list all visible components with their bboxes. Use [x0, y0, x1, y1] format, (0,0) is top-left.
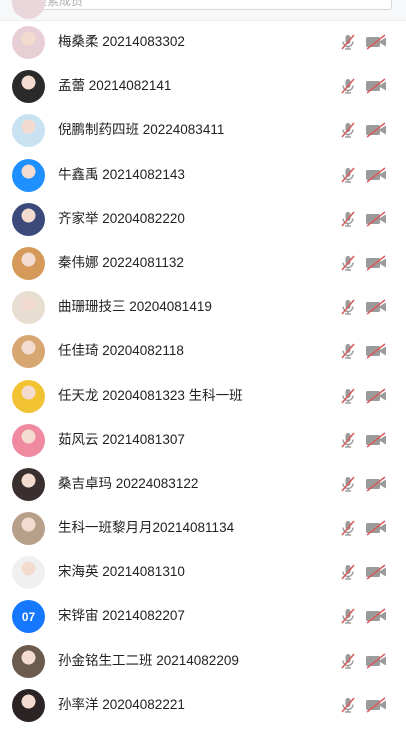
camera-off-icon[interactable]	[365, 387, 387, 404]
dog-photo-icon	[12, 291, 45, 325]
mic-muted-icon[interactable]	[339, 475, 357, 493]
participant-row[interactable]: 茹风云 20214081307	[0, 418, 406, 462]
participant-row[interactable]: 牛鑫禹 20214082143	[0, 153, 406, 197]
participant-name: 曲珊珊技三 20204081419	[58, 299, 212, 315]
camera-off-icon[interactable]	[365, 211, 387, 227]
participant-row[interactable]: 宋海英 20214081310	[0, 550, 406, 594]
camera-off-icon[interactable]	[365, 34, 387, 50]
participant-name: 齐家举 20204082220	[58, 210, 185, 226]
camera-off-icon[interactable]	[365, 476, 387, 492]
camera-off-icon[interactable]	[365, 608, 387, 625]
participant-name: 茹风云 20214081307	[58, 431, 185, 447]
participant-name: 桑吉卓玛 20224083122	[58, 475, 199, 491]
girl-photo-icon	[12, 556, 45, 590]
search-bar: 搜索成员	[0, 0, 406, 21]
participant-name: 孟蕾 20214082141	[58, 78, 172, 94]
participant-list: 梅桑柔 20214083302 孟蕾 20214082141 倪鹏制药四班 20…	[0, 20, 406, 727]
mic-muted-icon[interactable]	[339, 166, 357, 184]
participant-row[interactable]: 曲珊珊技三 20204081419	[0, 285, 406, 329]
mic-muted-icon[interactable]	[339, 696, 357, 714]
camera-off-icon[interactable]	[365, 653, 387, 669]
participant-row[interactable]: 孟蕾 20214082141	[0, 64, 406, 108]
girl-photo-icon	[12, 26, 45, 59]
pig-heart-icon	[12, 423, 45, 457]
camera-off-icon[interactable]	[365, 166, 387, 183]
participant-row[interactable]: 梅桑柔 20214083302	[0, 20, 406, 64]
participant-name: 生科一班黎月月20214081134	[58, 520, 235, 536]
camera-off-icon[interactable]	[365, 122, 387, 138]
mic-muted-icon[interactable]	[339, 342, 357, 360]
participant-name: 任佳琦 20204082118	[58, 343, 184, 359]
participant-name: 孙金铭生工二班 20214082209	[58, 652, 239, 668]
cat-photo-icon	[12, 246, 45, 280]
mic-muted-icon[interactable]	[339, 431, 357, 449]
camera-off-icon[interactable]	[365, 520, 387, 536]
mic-muted-icon[interactable]	[339, 652, 357, 670]
participant-row[interactable]: 07 宋铧宙 20214082207	[0, 594, 406, 638]
participant-row[interactable]: 孙金铭生工二班 20214082209	[0, 639, 406, 683]
participant-row[interactable]: 任佳琦 20204082118	[0, 329, 406, 373]
participant-row[interactable]: 齐家举 20204082220	[0, 197, 406, 241]
camera-off-icon[interactable]	[365, 343, 387, 359]
participant-row[interactable]: 生科一班黎月月20214081134	[0, 506, 406, 550]
dog-photo-icon	[12, 335, 45, 369]
camera-off-icon[interactable]	[365, 564, 387, 580]
anime-photo-icon	[12, 202, 45, 236]
participant-name: 倪鹏制药四班 20224083411	[58, 122, 225, 138]
qq-penguin-icon	[12, 158, 45, 192]
mic-muted-icon[interactable]	[339, 254, 357, 272]
avatar: 07	[12, 600, 45, 634]
mic-muted-icon[interactable]	[339, 33, 357, 51]
participant-name: 秦伟娜 20224081132	[58, 254, 184, 270]
mic-muted-icon[interactable]	[339, 77, 357, 95]
camera-off-icon[interactable]	[365, 255, 387, 271]
participant-row[interactable]: 桑吉卓玛 20224083122	[0, 462, 406, 506]
participant-name: 牛鑫禹 20214082143	[58, 166, 185, 182]
participant-row[interactable]: 秦伟娜 20224081132	[0, 241, 406, 285]
search-input[interactable]: 搜索成员	[14, 0, 392, 10]
girl-photo-icon	[12, 688, 45, 722]
group-photo-icon	[12, 512, 45, 546]
mic-muted-icon[interactable]	[339, 563, 357, 581]
participant-name: 任天龙 20204081323 生科一班	[58, 387, 243, 403]
mic-muted-icon[interactable]	[339, 387, 357, 405]
camera-off-icon[interactable]	[365, 432, 387, 448]
participant-name: 宋海英 20214081310	[58, 564, 185, 580]
girl-photo-icon	[12, 644, 45, 678]
participant-row[interactable]: 倪鹏制药四班 20224083411	[0, 108, 406, 152]
anime-luffy-icon	[12, 379, 45, 413]
participant-name: 宋铧宙 20214082207	[58, 608, 185, 624]
participant-name: 孙率洋 20204082221	[58, 696, 185, 712]
camera-off-icon[interactable]	[365, 299, 387, 315]
mic-muted-icon[interactable]	[339, 298, 357, 316]
participant-row[interactable]: 任天龙 20204081323 生科一班	[0, 374, 406, 418]
camera-off-icon[interactable]	[365, 697, 387, 713]
avatar-initials: 07	[21, 609, 36, 624]
participant-row[interactable]: 孙率洋 20204082221	[0, 683, 406, 727]
mic-muted-icon[interactable]	[339, 210, 357, 228]
girl-photo-icon	[12, 70, 45, 104]
girl-photo-icon	[12, 467, 45, 501]
mic-muted-icon[interactable]	[339, 519, 357, 537]
mic-muted-icon[interactable]	[339, 607, 357, 625]
mic-muted-icon[interactable]	[339, 121, 357, 139]
camera-off-icon[interactable]	[365, 78, 387, 94]
cartoon-whale-icon	[12, 114, 45, 148]
participant-name: 梅桑柔 20214083302	[58, 34, 185, 49]
